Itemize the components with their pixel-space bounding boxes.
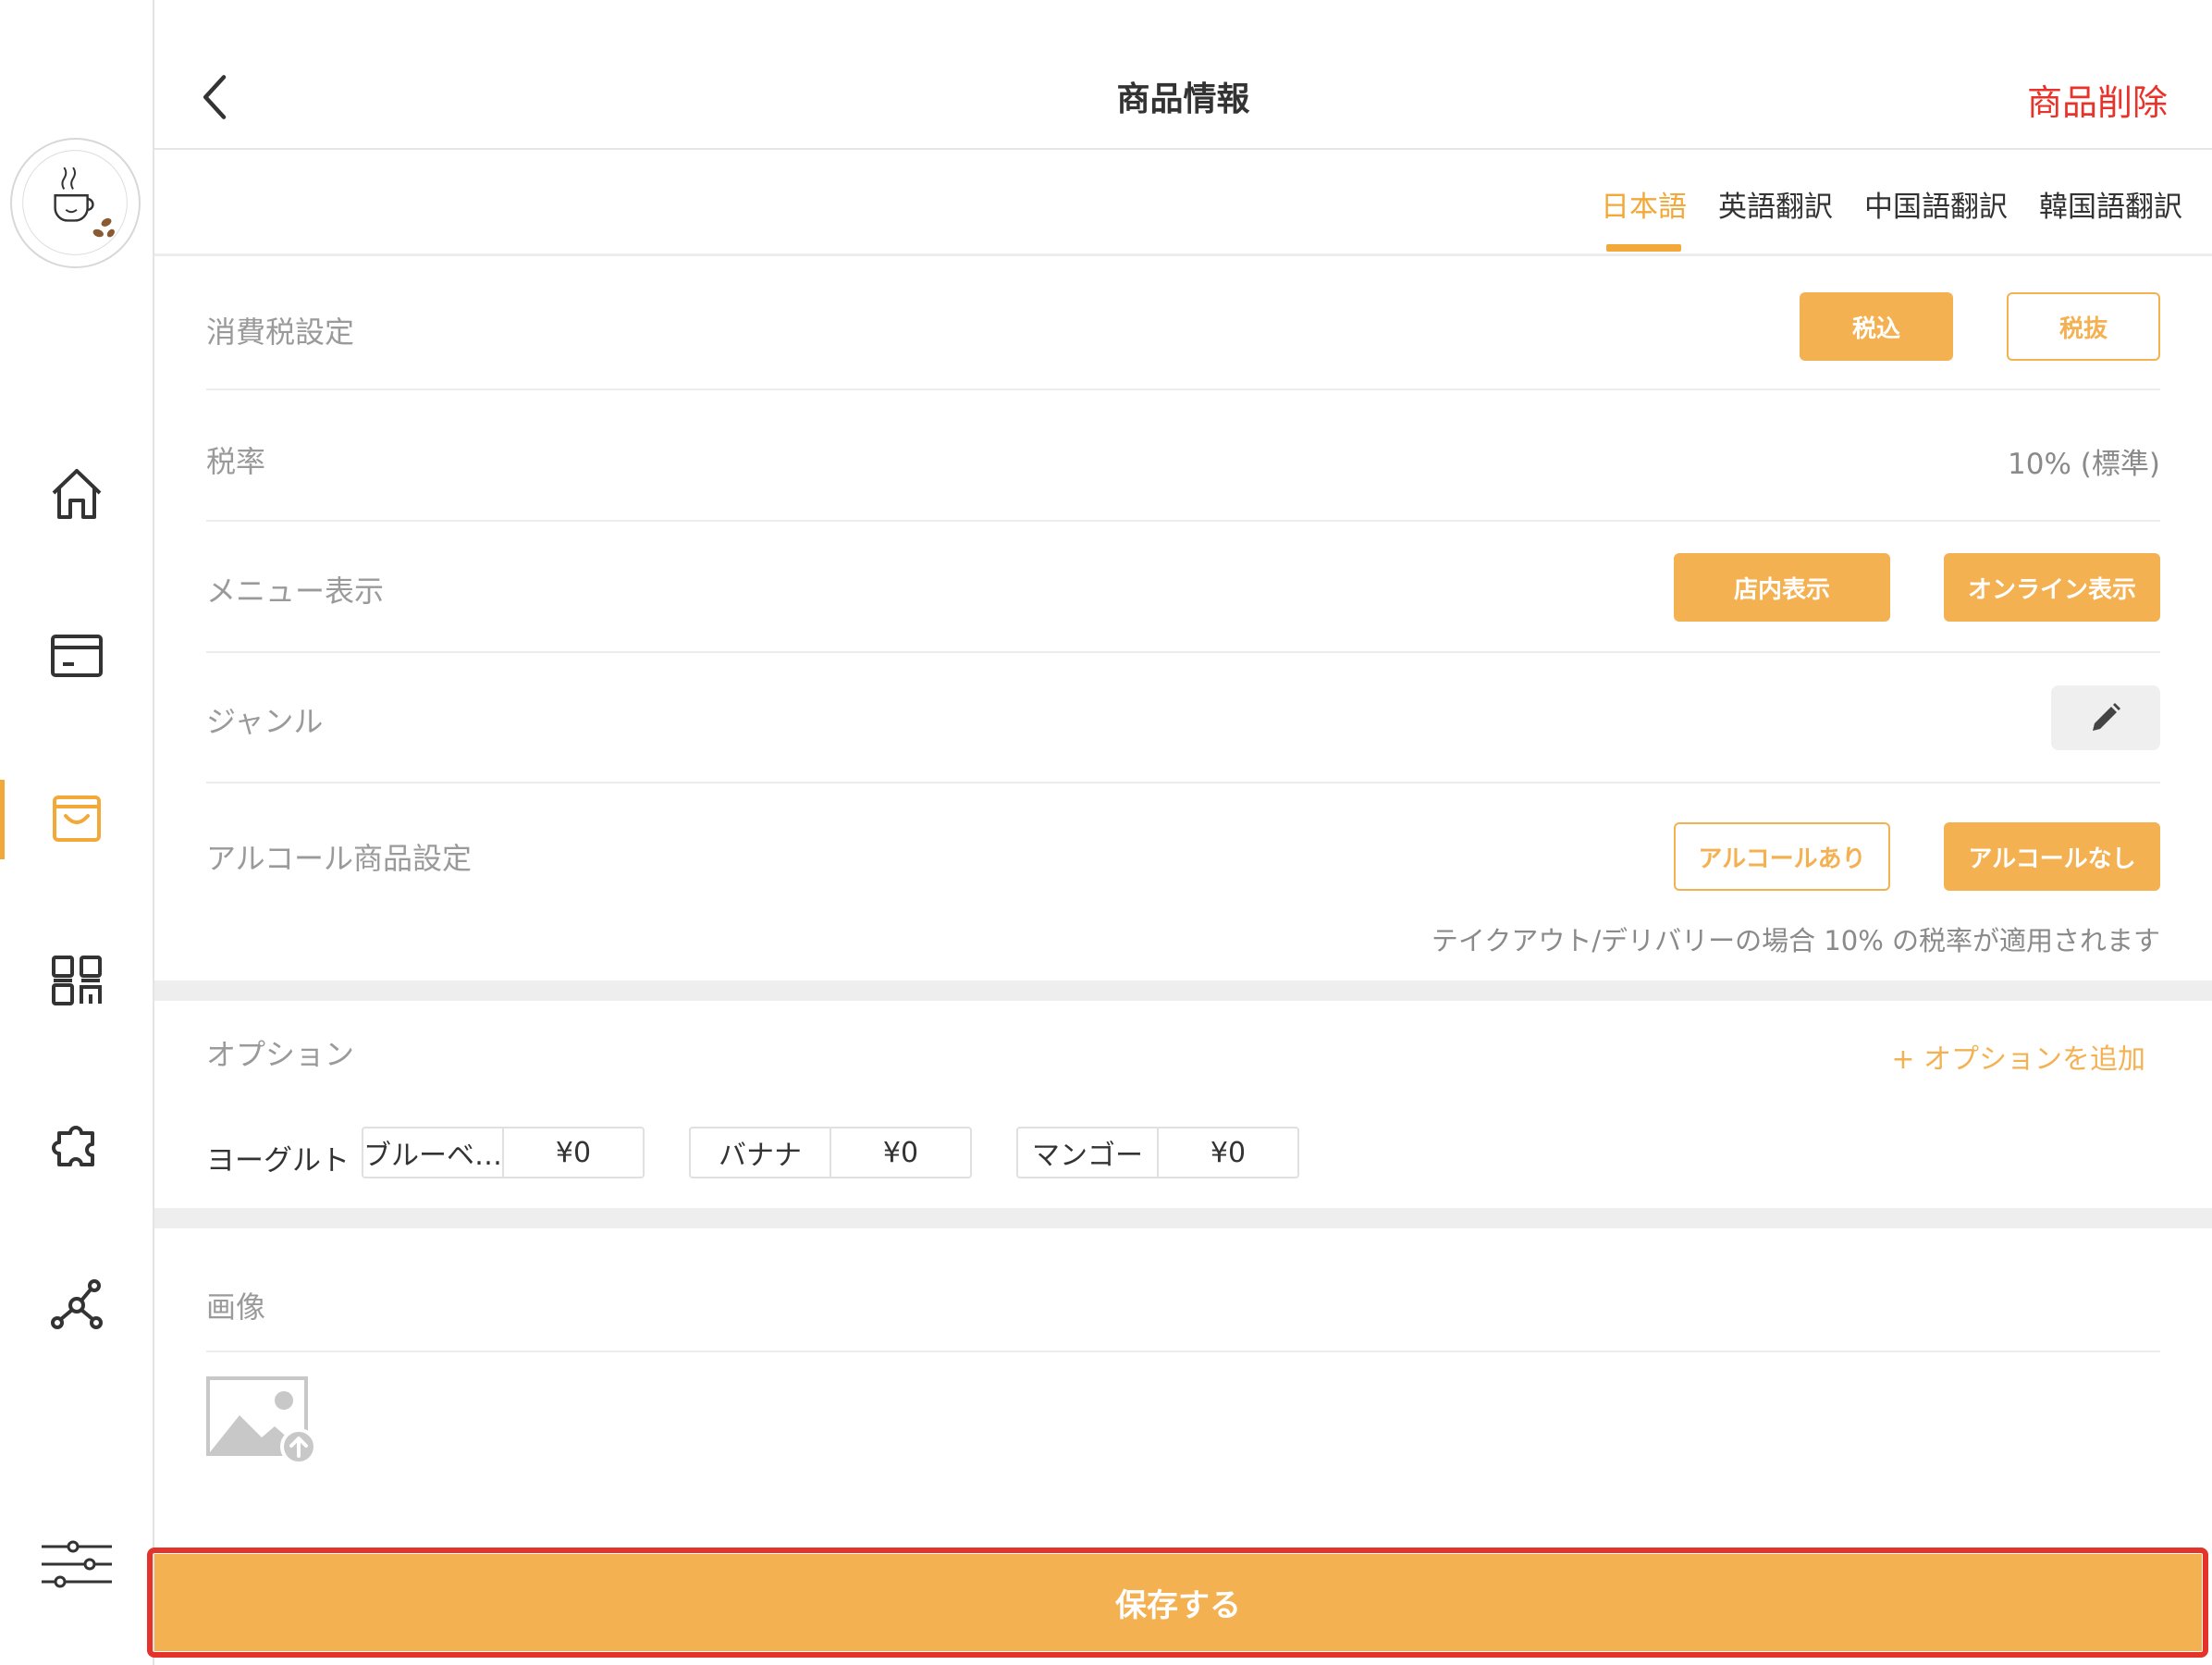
option-group-name: ヨーグルト xyxy=(206,1144,350,1178)
tab-english[interactable]: 英語翻訳 xyxy=(1718,176,1833,253)
image-divider xyxy=(206,1350,2160,1352)
option-item[interactable]: バナナ ¥0 xyxy=(689,1127,972,1178)
sidebar xyxy=(0,0,154,1665)
nav-plugins[interactable] xyxy=(0,1102,153,1185)
option-item-name: ブルーベ… xyxy=(363,1128,504,1177)
tab-divider xyxy=(154,253,2212,256)
page-header: 商品情報 商品削除 xyxy=(154,0,2212,150)
menu-display-label: メニュー表示 xyxy=(206,574,385,609)
option-item-price: ¥0 xyxy=(882,1136,919,1169)
add-option-button[interactable]: + オプションを追加 xyxy=(1891,1036,2145,1077)
option-item-price: ¥0 xyxy=(555,1136,592,1169)
alcohol-tax-note: テイクアウト/デリバリーの場合 10% の税率が適用されます xyxy=(1431,925,2160,956)
qr-code-icon xyxy=(51,956,102,1005)
pencil-icon xyxy=(2093,703,2120,731)
genre-label: ジャンル xyxy=(206,704,324,739)
cafe-logo xyxy=(10,138,141,268)
alcohol-row: アルコール商品設定 アルコールあり アルコールなし xyxy=(206,785,2160,896)
tax-rate-label: 税率 xyxy=(206,444,266,479)
tax-setting-row: 消費税設定 税込 税抜 xyxy=(206,261,2160,390)
tax-setting-label: 消費税設定 xyxy=(206,314,355,350)
tab-japanese[interactable]: 日本語 xyxy=(1601,176,1687,253)
alcohol-yes-button[interactable]: アルコールあり xyxy=(1674,822,1890,891)
home-icon xyxy=(52,469,101,519)
option-item-name: マンゴー xyxy=(1018,1128,1159,1177)
network-icon xyxy=(50,1279,103,1329)
tax-rate-row: 税率 10% (標準) xyxy=(206,392,2160,522)
main-content: 商品情報 商品削除 日本語 英語翻訳 中国語翻訳 韓国語翻訳 消費税設定 税込 … xyxy=(154,0,2212,1665)
online-display-button[interactable]: オンライン表示 xyxy=(1944,553,2160,622)
tax-included-button[interactable]: 税込 xyxy=(1800,292,1953,361)
alcohol-label: アルコール商品設定 xyxy=(206,841,473,876)
nav-home[interactable] xyxy=(0,452,153,536)
nav-integrations[interactable] xyxy=(0,1264,153,1347)
option-item[interactable]: マンゴー ¥0 xyxy=(1016,1127,1299,1178)
nav-orders[interactable] xyxy=(0,614,153,697)
language-tabs: 日本語 英語翻訳 中国語翻訳 韓国語翻訳 xyxy=(1601,176,2182,253)
shopping-bag-icon xyxy=(52,796,101,842)
delete-product-button[interactable]: 商品削除 xyxy=(2027,74,2168,125)
alcohol-no-button[interactable]: アルコールなし xyxy=(1944,822,2160,891)
nav-products[interactable] xyxy=(0,777,153,860)
section-separator xyxy=(154,1208,2212,1228)
puzzle-icon xyxy=(51,1126,94,1166)
option-item-price: ¥0 xyxy=(1210,1136,1247,1169)
menu-display-row: メニュー表示 店内表示 オンライン表示 xyxy=(206,524,2160,653)
options-label: オプション xyxy=(206,1037,355,1072)
tax-excluded-button[interactable]: 税抜 xyxy=(2007,292,2160,361)
image-label: 画像 xyxy=(206,1289,266,1325)
genre-edit-button[interactable] xyxy=(2051,685,2160,750)
in-store-display-button[interactable]: 店内表示 xyxy=(1674,553,1890,622)
tab-chinese[interactable]: 中国語翻訳 xyxy=(1864,176,2008,253)
nav-settings[interactable] xyxy=(0,1523,153,1606)
genre-row: ジャンル xyxy=(206,654,2160,783)
tax-rate-value[interactable]: 10% (標準) xyxy=(2008,440,2160,482)
image-upload-button[interactable] xyxy=(206,1376,319,1465)
option-item-name: バナナ xyxy=(691,1128,831,1177)
option-item[interactable]: ブルーベ… ¥0 xyxy=(362,1127,645,1178)
nav-qr[interactable] xyxy=(0,939,153,1022)
highlight-frame xyxy=(147,1548,2208,1658)
page-title: 商品情報 xyxy=(1116,80,1250,118)
sliders-icon xyxy=(41,1540,112,1588)
card-icon xyxy=(50,635,103,677)
section-separator xyxy=(154,980,2212,1001)
tab-korean[interactable]: 韓国語翻訳 xyxy=(2039,176,2182,253)
image-upload-icon xyxy=(206,1376,317,1465)
